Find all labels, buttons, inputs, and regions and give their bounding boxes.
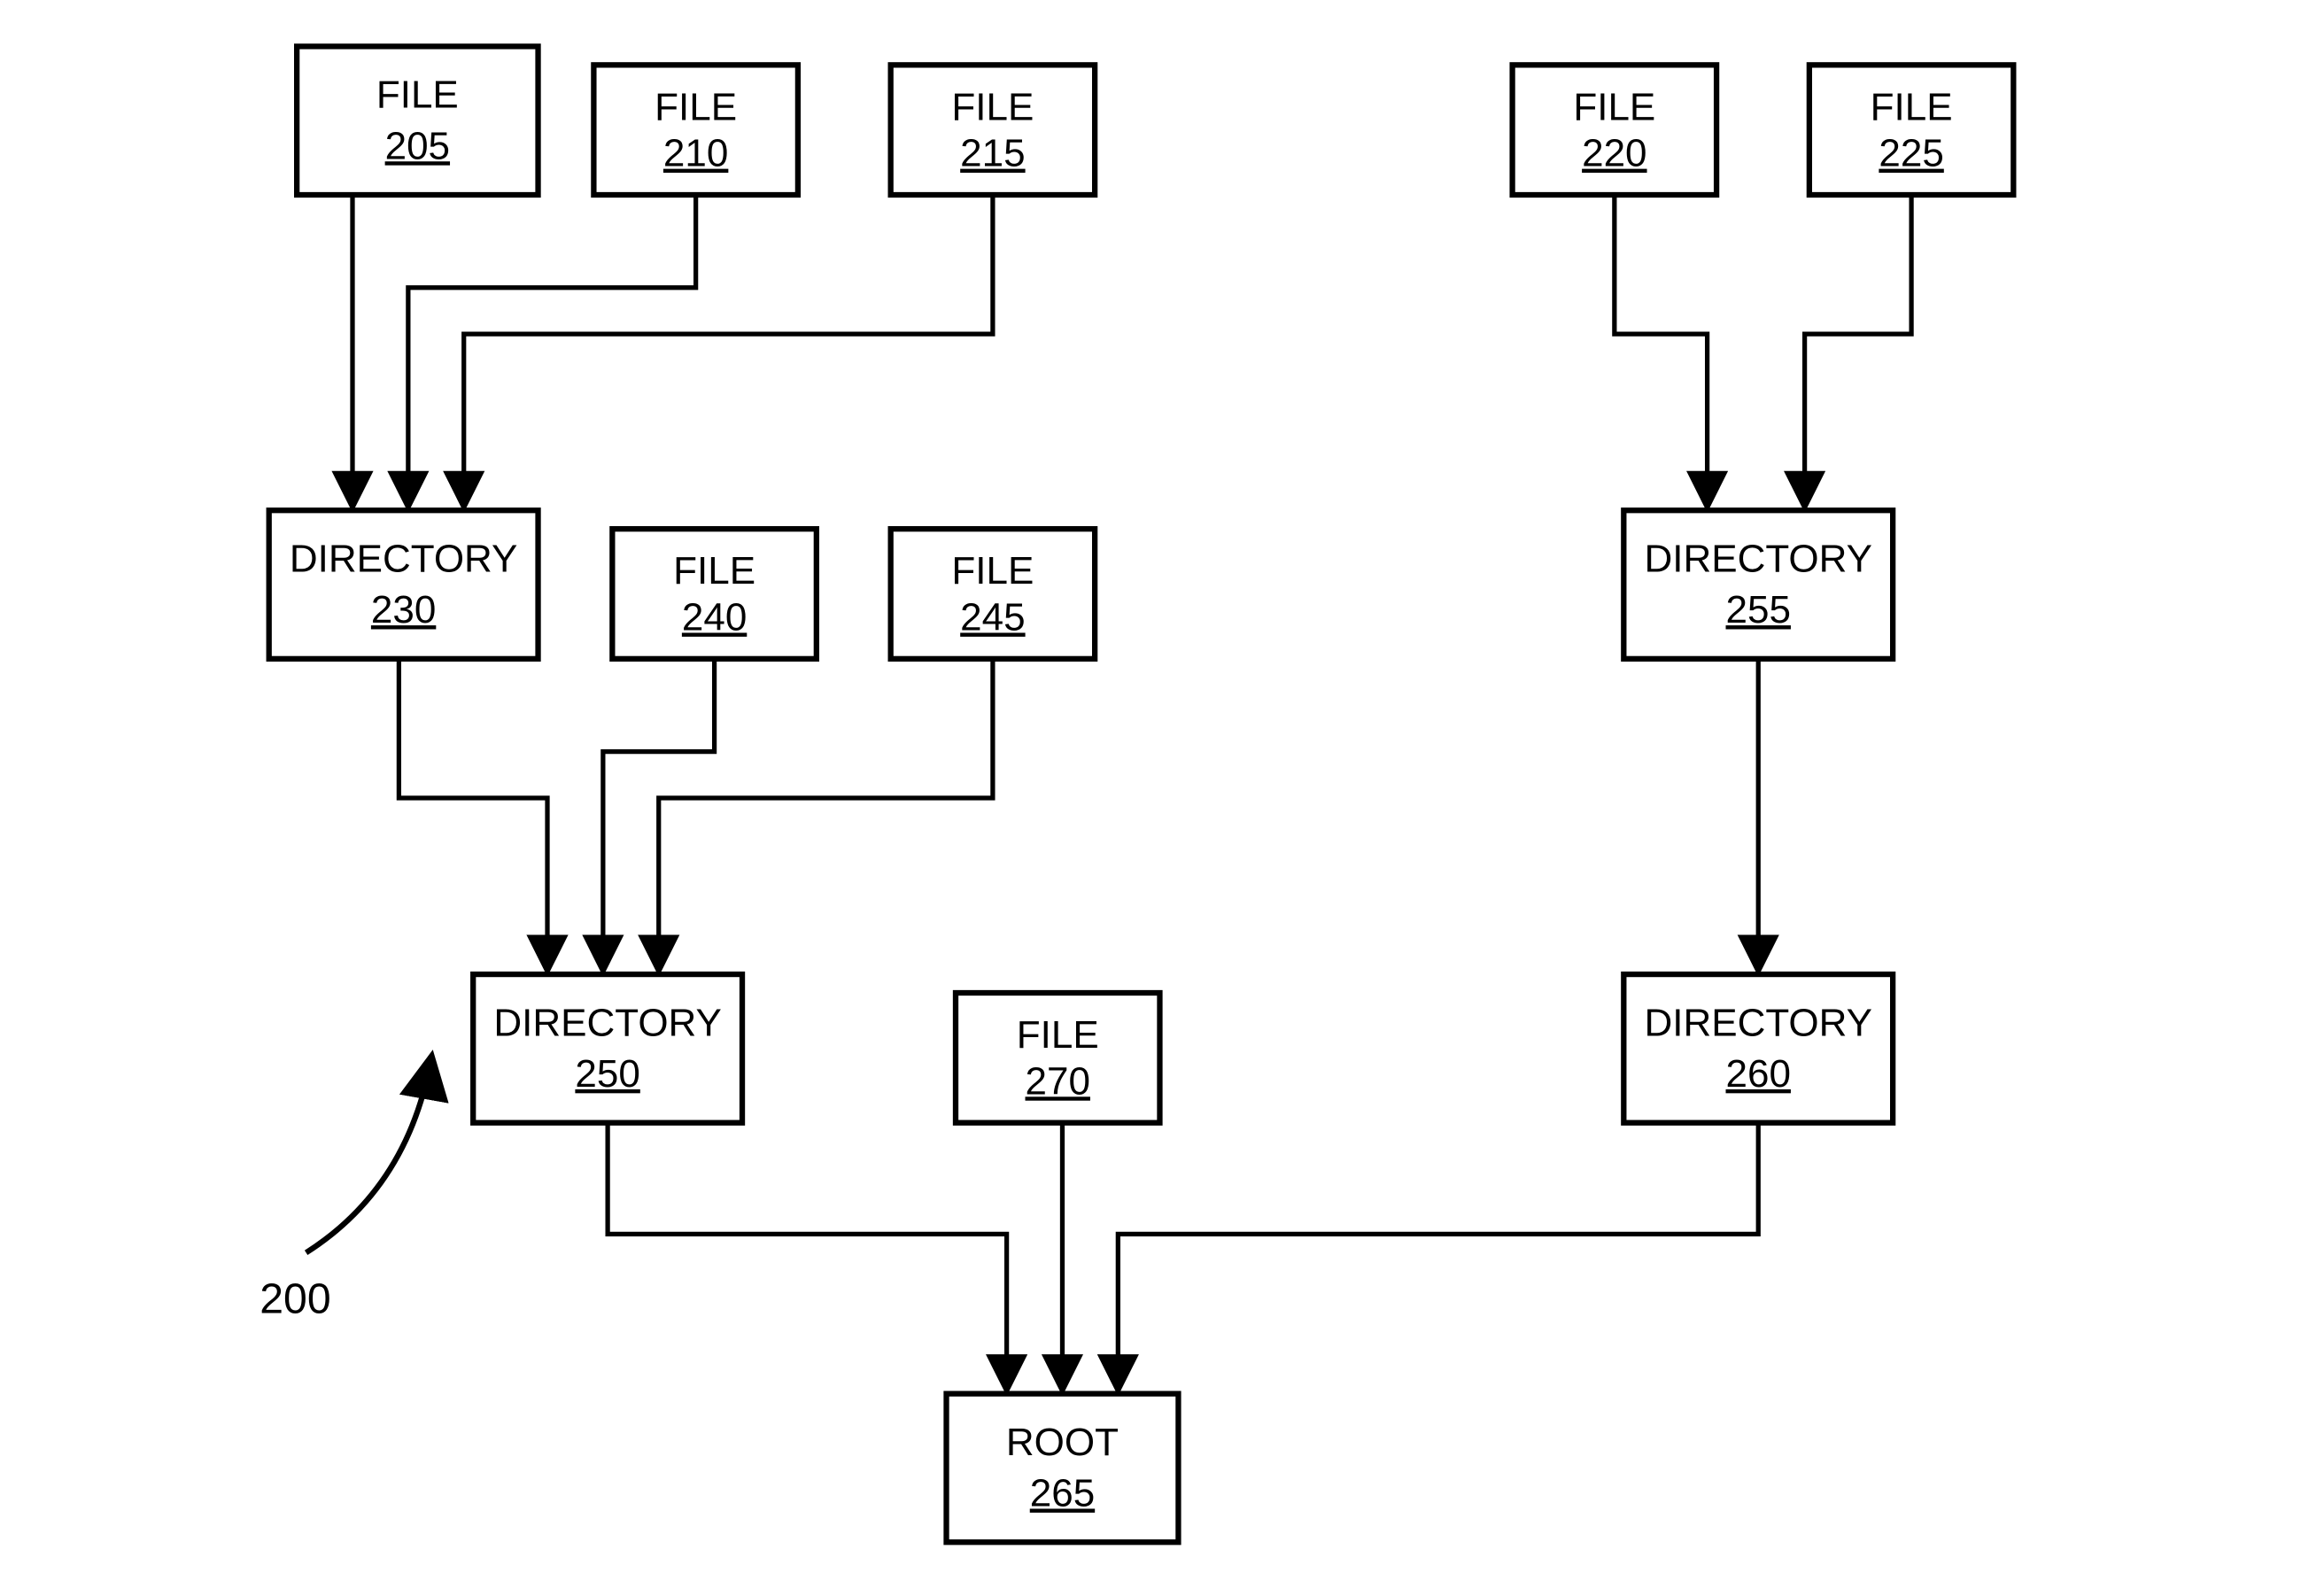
number: 255 <box>1726 588 1791 631</box>
node-file-220: FILE 220 <box>1513 65 1716 195</box>
arrow-250-to-265 <box>608 1123 1007 1390</box>
node-directory-230: DIRECTORY 230 <box>269 510 538 659</box>
node-directory-255: DIRECTORY 255 <box>1623 510 1893 659</box>
label: FILE <box>1871 85 1953 128</box>
number: 245 <box>960 595 1025 639</box>
node-file-270: FILE 270 <box>956 993 1159 1123</box>
number: 270 <box>1026 1059 1090 1103</box>
label: FILE <box>1573 85 1655 128</box>
number: 265 <box>1030 1471 1095 1515</box>
label: ROOT <box>1006 1421 1119 1464</box>
node-file-225: FILE 225 <box>1809 65 2013 195</box>
node-root-265: ROOT 265 <box>947 1394 1179 1543</box>
number: 225 <box>1879 132 1943 175</box>
node-directory-260: DIRECTORY 260 <box>1623 974 1893 1123</box>
label: DIRECTORY <box>290 537 518 580</box>
label: DIRECTORY <box>1644 537 1872 580</box>
label: FILE <box>673 549 755 593</box>
figure-reference-label: 200 <box>260 1274 330 1322</box>
arrow-225-to-255 <box>1805 195 1911 506</box>
node-file-210: FILE 210 <box>593 65 797 195</box>
node-file-205: FILE 205 <box>297 46 538 195</box>
number: 230 <box>371 588 436 631</box>
arrow-260-to-265 <box>1118 1123 1758 1390</box>
number: 205 <box>385 124 450 167</box>
label: DIRECTORY <box>1644 1001 1872 1044</box>
number: 260 <box>1726 1052 1791 1096</box>
label: FILE <box>376 74 459 117</box>
arrow-220-to-255 <box>1615 195 1708 506</box>
number: 250 <box>575 1052 639 1096</box>
node-file-240: FILE 240 <box>612 529 816 659</box>
label: FILE <box>951 85 1034 128</box>
arrow-245-to-250 <box>659 659 993 970</box>
arrow-210-to-230 <box>408 195 696 506</box>
number: 220 <box>1582 132 1646 175</box>
label: FILE <box>951 549 1034 593</box>
figure-reference-200: 200 <box>260 1058 431 1322</box>
label: FILE <box>655 85 737 128</box>
arrow-230-to-250 <box>399 659 547 970</box>
node-file-215: FILE 215 <box>891 65 1095 195</box>
number: 240 <box>682 595 747 639</box>
number: 210 <box>663 132 728 175</box>
node-directory-250: DIRECTORY 250 <box>473 974 742 1123</box>
number: 215 <box>960 132 1025 175</box>
node-file-245: FILE 245 <box>891 529 1095 659</box>
label: FILE <box>1017 1013 1099 1057</box>
arrow-215-to-230 <box>464 195 993 506</box>
label: DIRECTORY <box>493 1001 722 1044</box>
file-tree-diagram: FILE 205 FILE 210 FILE 215 FILE 220 FILE… <box>0 0 2301 1596</box>
